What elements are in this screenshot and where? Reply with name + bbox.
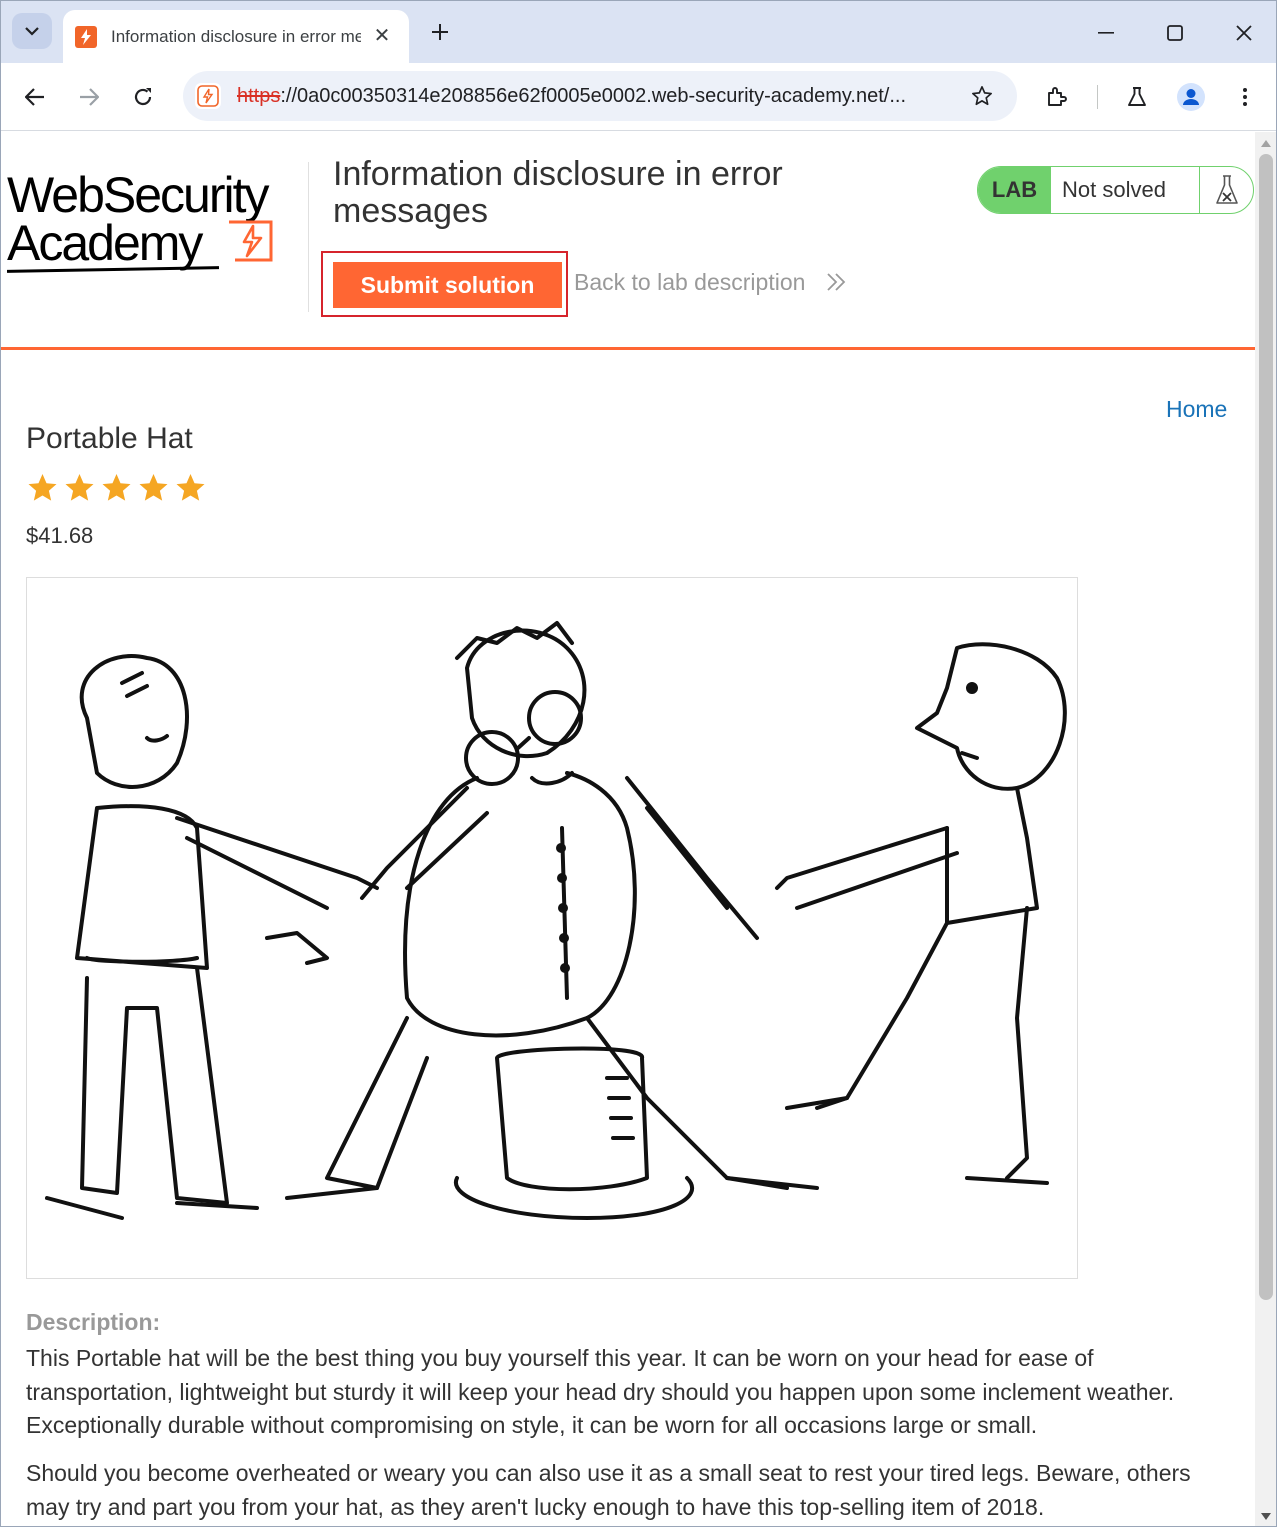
tab-search-button[interactable] [12, 13, 52, 49]
extensions-icon[interactable] [1039, 79, 1075, 115]
product-title: Portable Hat [26, 422, 193, 455]
lab-status-badge: LAB Not solved [977, 166, 1254, 214]
maximize-button[interactable] [1157, 15, 1193, 51]
description-label: Description: [26, 1309, 161, 1335]
close-tab-icon[interactable]: ✕ [371, 24, 393, 47]
logo-text-line2: Academy [7, 215, 203, 271]
portswigger-favicon-icon [75, 25, 97, 48]
toolbar-separator [1097, 85, 1098, 109]
browser-window: Information disclosure in error messages… [0, 0, 1277, 1527]
reload-icon [134, 88, 152, 106]
close-window-button[interactable] [1226, 15, 1262, 51]
logo-bolt-icon [229, 220, 273, 262]
submit-solution-button[interactable]: Submit solution [333, 262, 562, 308]
url-rest: ://0a0c00350314e208856e62f0005e0002.web-… [280, 85, 907, 107]
menu-kebab-icon[interactable] [1227, 79, 1263, 115]
description-paragraph-1: This Portable hat will be the best thing… [26, 1345, 1175, 1438]
star-icon [102, 474, 131, 501]
star-icon [139, 474, 168, 501]
profile-avatar-icon[interactable] [1173, 79, 1209, 115]
star-icon [176, 474, 205, 501]
double-chevron-right-icon[interactable] [825, 272, 847, 292]
reload-button[interactable] [125, 79, 161, 115]
badge-status-text: Not solved [1051, 167, 1200, 213]
page-scrollbar[interactable] [1255, 132, 1276, 1526]
badge-lab-label: LAB [978, 167, 1051, 213]
submit-highlight-box: Submit solution [321, 251, 568, 317]
close-icon [1236, 25, 1252, 41]
portable-hat-illustration [45, 621, 1067, 1220]
browser-toolbar: https://0a0c00350314e208856e62f0005e0002… [1, 63, 1276, 131]
star-icon [65, 474, 94, 501]
maximize-icon [1167, 25, 1183, 41]
web-security-academy-logo[interactable]: WebSecurity Academy [6, 166, 307, 276]
new-tab-button[interactable] [425, 17, 455, 47]
minimize-icon [1098, 32, 1114, 34]
lab-title: Information disclosure in error messages [333, 155, 783, 230]
product-price: $41.68 [26, 523, 94, 548]
url-scheme: https [237, 85, 281, 107]
site-info-icon[interactable] [195, 83, 221, 109]
product-image [26, 577, 1078, 1279]
scroll-down-arrow-icon[interactable] [1261, 1513, 1271, 1520]
arrow-left-icon [25, 88, 44, 106]
header-divider [308, 162, 309, 312]
back-to-lab-description-link[interactable]: Back to lab description [574, 269, 805, 296]
labs-flask-icon[interactable] [1119, 79, 1155, 115]
page-viewport: WebSecurity Academy Information disclosu… [1, 132, 1255, 1526]
back-button[interactable] [17, 79, 53, 115]
forward-button[interactable] [71, 79, 107, 115]
bookmark-star-icon[interactable] [969, 83, 995, 109]
home-link[interactable]: Home [1166, 396, 1227, 423]
tab-title: Information disclosure in error messages [111, 26, 361, 46]
address-bar[interactable]: https://0a0c00350314e208856e62f0005e0002… [183, 71, 1017, 121]
url-text[interactable]: https://0a0c00350314e208856e62f0005e0002… [237, 85, 949, 108]
scrollbar-thumb[interactable] [1259, 154, 1273, 1300]
description-paragraph-2: Should you become overheated or weary yo… [26, 1460, 1191, 1520]
scroll-up-arrow-icon[interactable] [1261, 140, 1271, 147]
minimize-button[interactable] [1088, 15, 1124, 51]
plus-icon [432, 24, 448, 40]
lab-header: WebSecurity Academy Information disclosu… [1, 132, 1255, 350]
flask-x-icon [1200, 167, 1253, 213]
arrow-right-icon [80, 88, 99, 106]
chevron-down-icon [25, 26, 39, 36]
tab-active[interactable]: Information disclosure in error messages… [63, 10, 409, 63]
rating-stars [26, 472, 207, 504]
star-icon [28, 474, 57, 501]
tab-strip: Information disclosure in error messages… [1, 1, 1276, 63]
